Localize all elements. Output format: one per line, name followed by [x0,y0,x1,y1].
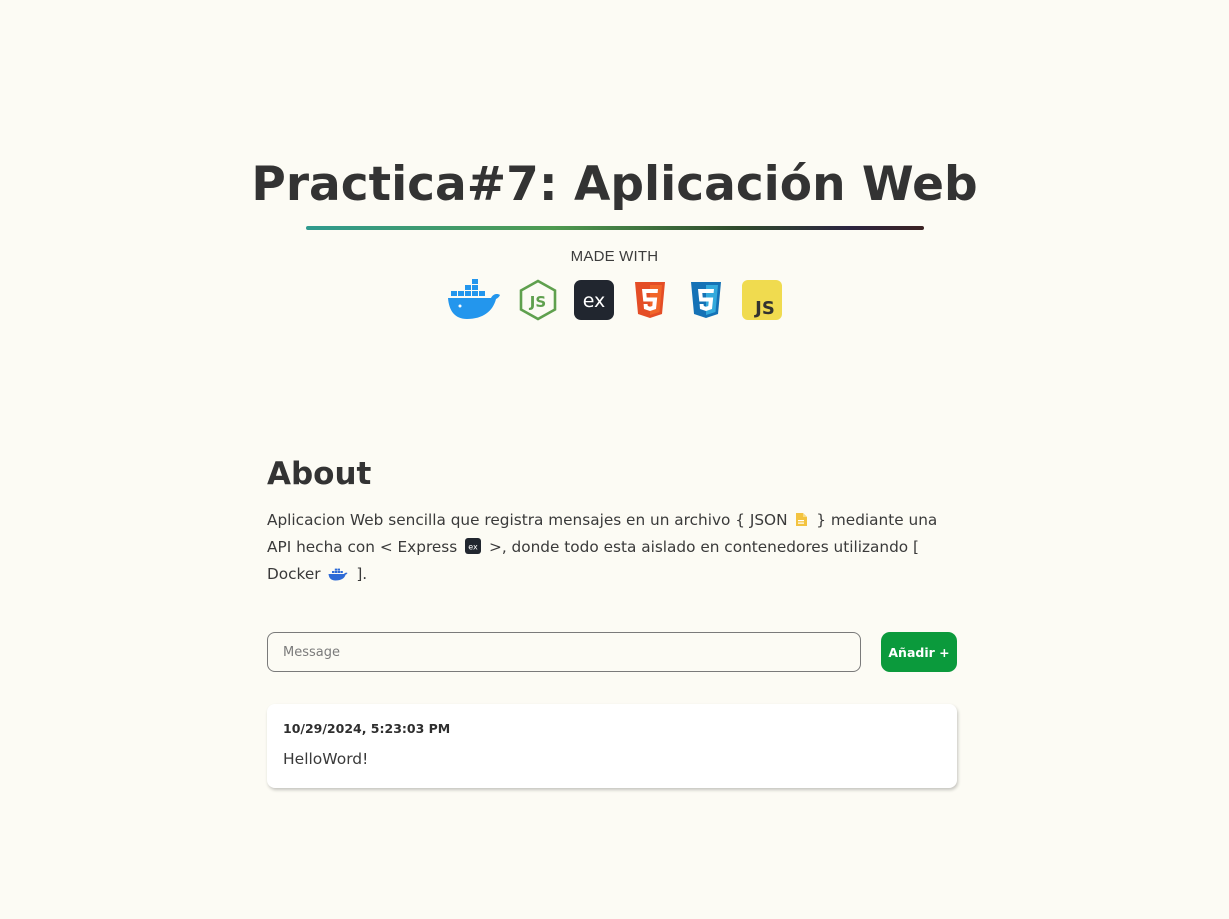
express-small-icon: ex [465,537,482,562]
page-title: Practica#7: Aplicación Web [251,157,978,212]
express-icon: ex [573,279,615,321]
made-with-label: MADE WITH [570,248,659,265]
about-title: About [267,456,372,492]
message-text: HelloWord! [283,750,369,768]
about-text-part: Aplicacion Web sencilla que registra men… [267,511,788,529]
nodejs-icon: JS [517,279,559,321]
html5-icon [629,279,671,321]
message-card: 10/29/2024, 5:23:03 PM HelloWord! [267,704,957,788]
page-header: Practica#7: Aplicación Web MADE WITH JS … [0,150,1229,321]
javascript-icon: JS [741,279,783,321]
tech-stack-icons: JS ex JS [0,279,1229,321]
svg-text:JS: JS [753,298,775,319]
svg-text:ex: ex [468,543,478,552]
about-text-part: ]. [356,565,368,583]
title-underline [305,226,924,230]
svg-text:ex: ex [582,290,605,312]
json-file-icon [795,510,808,535]
docker-icon [447,279,503,321]
css3-icon [685,279,727,321]
message-timestamp: 10/29/2024, 5:23:03 PM [283,721,451,736]
about-section: About Aplicacion Web sencilla que regist… [267,452,957,589]
docker-small-icon [328,564,348,589]
svg-text:JS: JS [528,293,545,311]
about-description: Aplicacion Web sencilla que registra men… [267,508,957,589]
add-message-button[interactable]: Añadir + [881,632,957,672]
message-input[interactable] [267,632,861,672]
message-form: Añadir + [267,632,957,672]
